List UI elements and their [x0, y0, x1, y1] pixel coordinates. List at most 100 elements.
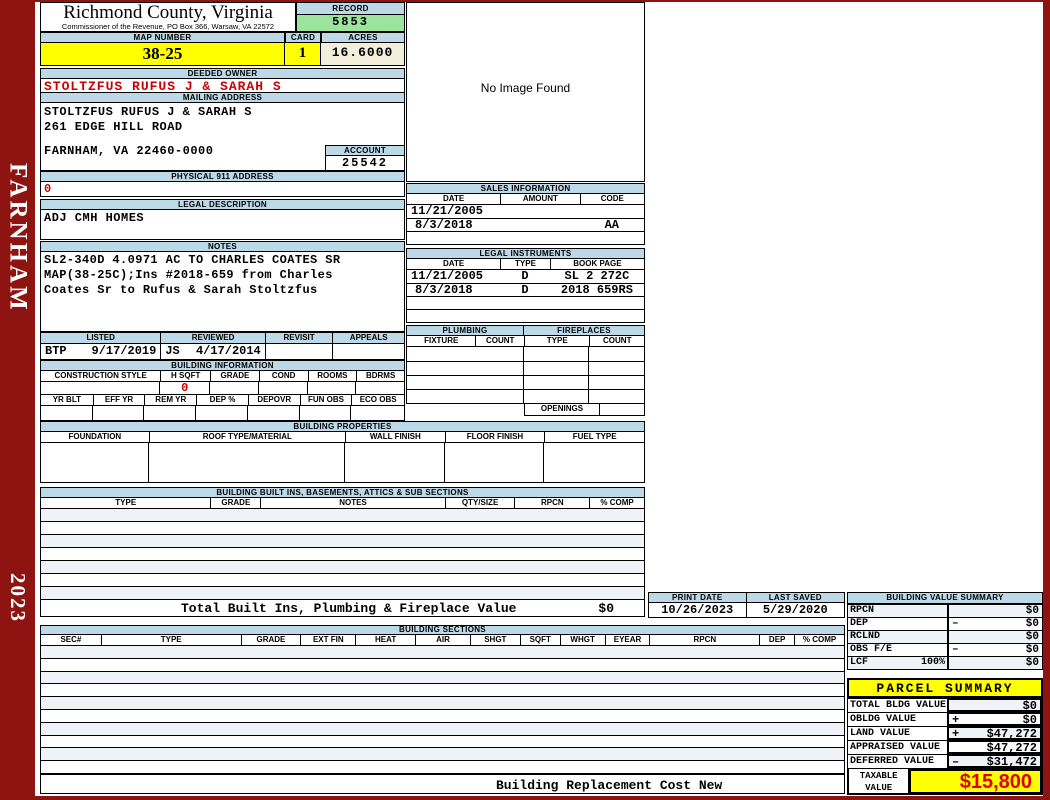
fun-obs-label: FUN OBS — [300, 395, 352, 405]
account-label: ACCOUNT — [325, 145, 405, 156]
record-card: Richmond County, Virginia Commissioner o… — [35, 2, 1043, 796]
sales-information-label: SALES INFORMATION — [406, 183, 645, 194]
reviewed-label: REVIEWED — [160, 333, 264, 343]
notes-label: NOTES — [40, 241, 405, 252]
legal-instrument-row: 11/21/2005 D SL 2 272C — [407, 270, 644, 283]
building-sections-label: BUILDING SECTIONS — [40, 625, 845, 635]
parcel-row-total-bldg: TOTAL BLDG VALUE $0 — [848, 698, 1042, 712]
bi-notes-label: NOTES — [260, 498, 444, 508]
map-number-label: MAP NUMBER — [40, 32, 285, 43]
built-ins-total-row: Total Built Ins, Plumbing & Fireplace Va… — [40, 600, 645, 617]
plumbing-label: PLUMBING — [406, 325, 524, 336]
bi-qty-label: QTY/SIZE — [445, 498, 515, 508]
bs-grade-label: GRADE — [241, 635, 301, 645]
legal-description-label: LEGAL DESCRIPTION — [40, 199, 405, 210]
fuel-type-label: FUEL TYPE — [544, 432, 644, 442]
parcel-row-land: LAND VALUE +$47,272 — [848, 726, 1042, 740]
bs-heat-label: HEAT — [355, 635, 415, 645]
parcel-summary-label: PARCEL SUMMARY — [847, 678, 1043, 698]
building-information-label: BUILDING INFORMATION — [40, 360, 405, 371]
print-date-label: PRINT DATE — [648, 592, 747, 603]
h-sqft-label: H SQFT — [160, 371, 210, 381]
property-image-placeholder: No Image Found — [406, 2, 645, 182]
legal-description-value: ADJ CMH HOMES — [40, 210, 405, 240]
bs-comp-label: % COMP — [794, 635, 844, 645]
year-sidebar-label: 2023 — [0, 558, 35, 638]
bi-grade-label: GRADE — [210, 498, 260, 508]
bdrms-label: BDRMS — [356, 371, 404, 381]
mailing-address-label: MAILING ADDRESS — [40, 92, 405, 103]
legal-instrument-row-empty — [407, 309, 644, 322]
built-ins-total-label: Total Built Ins, Plumbing & Fireplace Va… — [181, 601, 516, 616]
h-sqft-value: 0 — [160, 382, 210, 394]
bvs-row-lcf: LCF100% $0 — [848, 656, 1042, 669]
building-sections-empty-rows — [40, 646, 845, 774]
fireplace-count-label: COUNT — [589, 336, 644, 346]
reviewed-date: 4/17/2014 — [196, 344, 261, 359]
openings-value — [600, 404, 645, 416]
print-info: PRINT DATE 10/26/2023 LAST SAVED 5/29/20… — [648, 592, 845, 618]
fireplaces-label: FIREPLACES — [524, 325, 645, 336]
bvs-row-obs: OBS F/E –$0 — [848, 643, 1042, 656]
bvs-row-dep: DEP –$0 — [848, 617, 1042, 630]
legal-instruments-rows: 11/21/2005 D SL 2 272C 8/3/2018 D 2018 6… — [406, 270, 645, 323]
cond-label: COND — [259, 371, 308, 381]
listed-label: LISTED — [41, 333, 160, 343]
legal-instrument-row-empty — [407, 296, 644, 309]
taxable-value: $15,800 — [909, 769, 1042, 794]
fixture-label: FIXTURE — [407, 336, 475, 346]
building-value-summary-label: BUILDING VALUE SUMMARY — [848, 593, 1042, 604]
parcel-row-taxable: TAXABLE VALUE $15,800 — [848, 768, 1042, 794]
last-saved-value: 5/29/2020 — [747, 603, 846, 618]
foundation-label: FOUNDATION — [41, 432, 149, 442]
bs-air-label: AIR — [415, 635, 470, 645]
bs-extfin-label: EXT FIN — [300, 635, 355, 645]
building-properties-label: BUILDING PROPERTIES — [40, 421, 645, 432]
plumbing-fireplace-rows — [406, 347, 645, 404]
deeded-owner-label: DEEDED OWNER — [40, 68, 405, 79]
depovr-label: DEPOVR — [248, 395, 300, 405]
appeals-label: APPEALS — [332, 333, 404, 343]
card-value: 1 — [285, 43, 321, 66]
sales-rows: 11/21/2005 8/3/2018 AA — [406, 205, 645, 245]
notes-line-3: Coates Sr to Rufus & Sarah Stoltzfus — [44, 283, 404, 298]
acres-value: 16.6000 — [321, 43, 405, 66]
bs-dep-label: DEP — [759, 635, 794, 645]
fireplace-type-label: TYPE — [524, 336, 589, 346]
listed-value: BTP 9/17/2019 — [41, 344, 160, 359]
bs-type-label: TYPE — [101, 635, 241, 645]
construction-style-label: CONSTRUCTION STYLE — [41, 371, 160, 381]
acres-label: ACRES — [321, 32, 405, 43]
li-type-label: TYPE — [500, 259, 550, 269]
wall-finish-label: WALL FINISH — [345, 432, 445, 442]
floor-finish-label: FLOOR FINISH — [445, 432, 545, 442]
built-ins-label: BUILDING BUILT INS, BASEMENTS, ATTICS & … — [40, 487, 645, 498]
revisit-label: REVISIT — [265, 333, 333, 343]
sales-row: 11/21/2005 — [407, 205, 644, 218]
reviewed-code: JS — [165, 344, 179, 359]
sales-date-label: DATE — [407, 194, 500, 204]
bi-comp-label: % COMP — [589, 498, 644, 508]
eff-yr-label: EFF YR — [93, 395, 145, 405]
rem-yr-label: REM YR — [144, 395, 196, 405]
sales-row-empty — [407, 231, 644, 244]
parcel-row-obldg: OBLDG VALUE +$0 — [848, 712, 1042, 726]
footer-note: Building Replacement Cost New — [496, 778, 722, 793]
listed-date: 9/17/2019 — [92, 344, 157, 359]
sales-amount-label: AMOUNT — [500, 194, 579, 204]
notes-line-1: SL2-340D 4.0971 AC TO CHARLES COATES SR — [44, 253, 404, 268]
grade-label: GRADE — [210, 371, 259, 381]
bi-rpcn-label: RPCN — [514, 498, 589, 508]
sales-code-label: CODE — [580, 194, 644, 204]
account-box: ACCOUNT 25542 — [325, 145, 405, 171]
legal-instrument-row: 8/3/2018 D 2018 659RS — [407, 283, 644, 296]
rooms-label: ROOMS — [308, 371, 357, 381]
county-subtitle: Commissioner of the Revenue, PO Box 366,… — [41, 23, 295, 31]
footer-bar: Building Replacement Cost New — [40, 774, 845, 794]
card-label: CARD — [285, 32, 321, 43]
parcel-row-appraised: APPRAISED VALUE $47,272 — [848, 740, 1042, 754]
dep-pct-label: DEP % — [196, 395, 248, 405]
bs-rpcn-label: RPCN — [649, 635, 759, 645]
last-saved-label: LAST SAVED — [747, 592, 846, 603]
bs-sqft-label: SQFT — [520, 635, 560, 645]
